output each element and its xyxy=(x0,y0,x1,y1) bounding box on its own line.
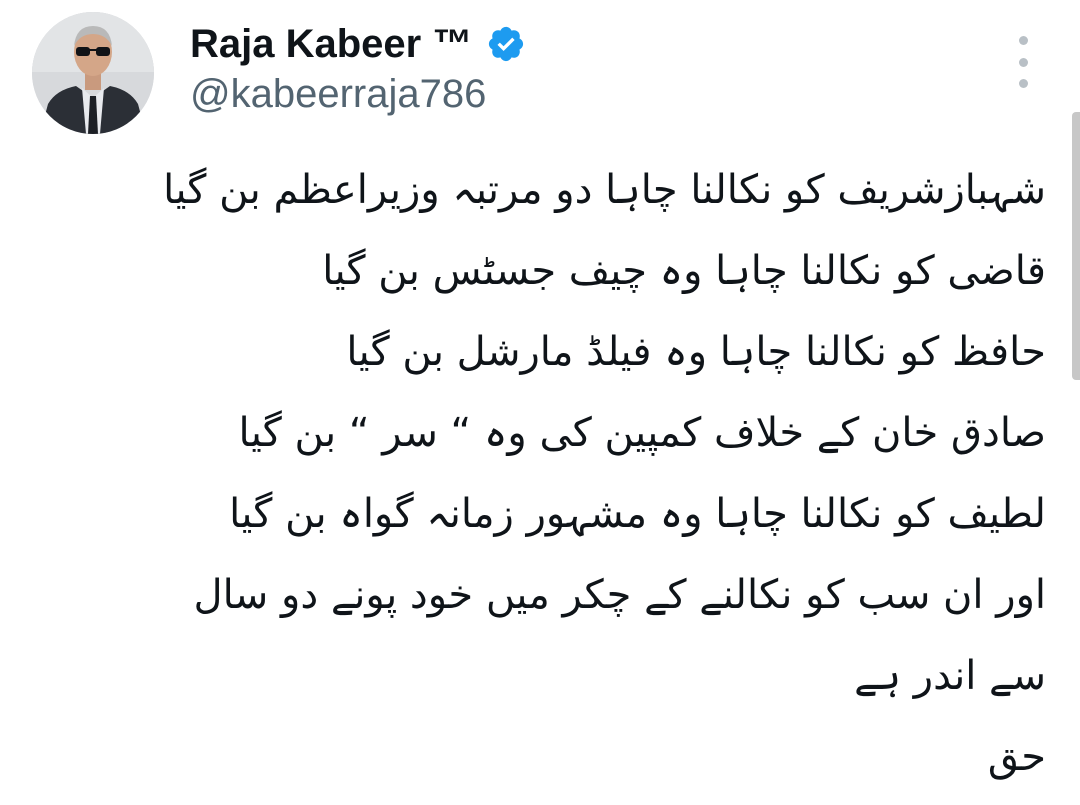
avatar[interactable] xyxy=(32,12,154,134)
author-display-name-row[interactable]: Raja Kabeer ™ xyxy=(190,18,526,70)
author-handle[interactable]: @kabeerraja786 xyxy=(190,72,486,117)
more-vertical-icon xyxy=(1018,36,1028,45)
tweet-text: شہبازشریف کو نکالنا چاہا دو مرتبہ وزیراع… xyxy=(30,150,1050,798)
verified-badge-icon xyxy=(486,24,526,64)
scrollbar[interactable] xyxy=(1072,112,1080,380)
author-display-name[interactable]: Raja Kabeer ™ xyxy=(190,22,472,67)
more-vertical-icon-dot xyxy=(1018,79,1028,88)
tweet-line: حق xyxy=(987,734,1046,780)
tweet-line: حافظ کو نکالنا چاہا وہ فیلڈ مارشل بن گیا xyxy=(346,329,1046,375)
tweet-line: صادق خان کے خلاف کمپین کی وہ “ سر “ بن گ… xyxy=(238,410,1047,456)
tweet-line: لطیف کو نکالنا چاہا وہ مشہور زمانہ گواہ … xyxy=(229,491,1046,537)
avatar-photo-icon xyxy=(32,12,154,134)
tweet-line: اور ان سب کو نکالنے کے چکر میں خود پونے … xyxy=(193,572,1046,618)
more-options-button[interactable] xyxy=(1006,36,1040,88)
tweet-line: شہبازشریف کو نکالنا چاہا دو مرتبہ وزیراع… xyxy=(163,167,1046,213)
more-vertical-icon-dot xyxy=(1018,57,1028,67)
tweet-line: قاضی کو نکالنا چاہا وہ چیف جسٹس بن گیا xyxy=(322,248,1046,294)
tweet-line: سے اندر ہے xyxy=(854,653,1046,699)
